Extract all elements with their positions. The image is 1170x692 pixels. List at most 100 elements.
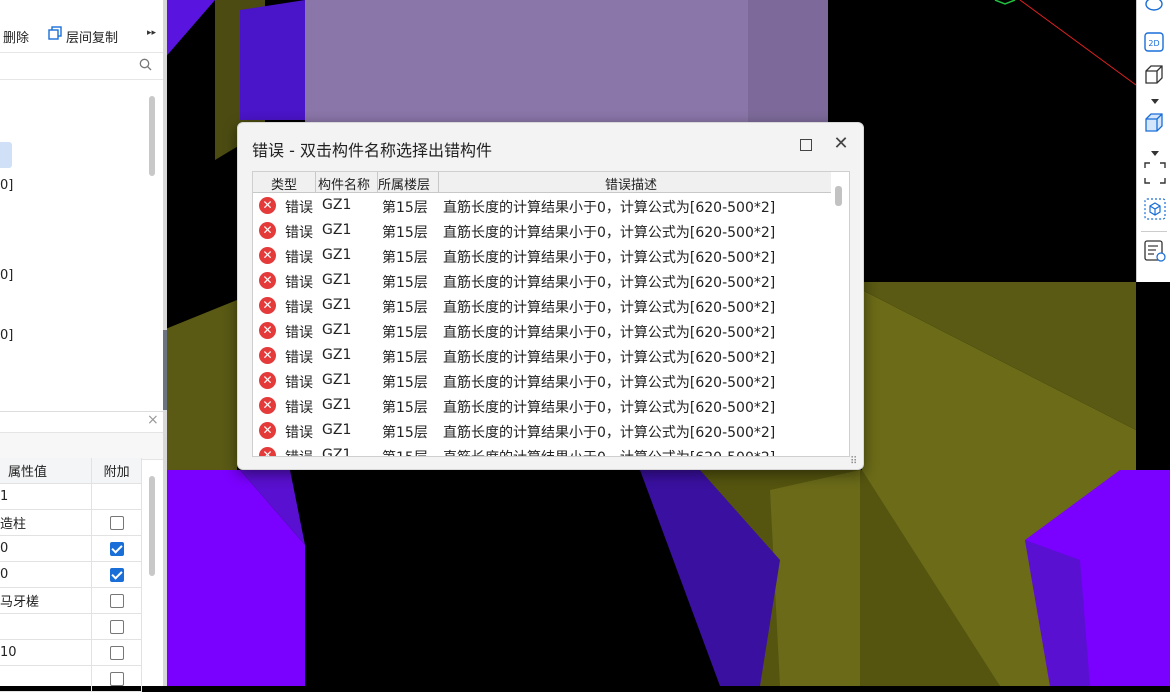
table-row[interactable]: ✕ 错误 GZ1 第15层 直筋长度的计算结果小于0，计算公式为[620-500… <box>253 293 833 318</box>
error-circle-icon: ✕ <box>259 222 276 239</box>
row-type: 错误 <box>285 447 313 456</box>
error-circle-icon: ✕ <box>259 347 276 364</box>
table-row[interactable]: ✕ 错误 GZ1 第15层 直筋长度的计算结果小于0，计算公式为[620-500… <box>253 268 833 293</box>
table-row[interactable]: ✕ 错误 GZ1 第15层 直筋长度的计算结果小于0，计算公式为[620-500… <box>253 443 833 456</box>
splitter-handle[interactable] <box>163 330 167 410</box>
cube-select-icon[interactable] <box>1144 198 1166 220</box>
table-row[interactable]: 马牙槎 <box>0 587 142 614</box>
table-row[interactable]: ✕ 错误 GZ1 第15层 直筋长度的计算结果小于0，计算公式为[620-500… <box>253 368 833 393</box>
table-scrollbar[interactable] <box>835 186 842 206</box>
prop-value[interactable]: 马牙槎 <box>0 587 93 614</box>
row-description: 直筋长度的计算结果小于0，计算公式为[620-500*2] <box>443 200 776 216</box>
error-table: 类型 构件名称 所属楼层 错误描述 ✕ 错误 GZ1 第15层 直筋长度的计算结… <box>252 171 850 457</box>
column-divider[interactable] <box>315 172 316 192</box>
col-header-extra: 附加 <box>91 458 142 484</box>
chevron-down-icon[interactable] <box>1151 146 1159 156</box>
table-row[interactable]: ✕ 错误 GZ1 第15层 直筋长度的计算结果小于0，计算公式为[620-500… <box>253 418 833 443</box>
table-row[interactable]: 1 <box>0 483 142 510</box>
row-description: 直筋长度的计算结果小于0，计算公式为[620-500*2] <box>443 225 776 241</box>
search-bar[interactable] <box>0 52 163 80</box>
extra-checkbox[interactable] <box>109 593 124 608</box>
properties-close-icon[interactable]: × <box>147 412 159 428</box>
maximize-button[interactable] <box>800 139 812 151</box>
row-component-name[interactable]: GZ1 <box>322 247 351 263</box>
prop-value[interactable]: 0 <box>0 561 93 588</box>
prop-value[interactable] <box>0 613 93 640</box>
col-header-type[interactable]: 类型 <box>271 174 297 193</box>
table-row[interactable]: ✕ 错误 GZ1 第15层 直筋长度的计算结果小于0，计算公式为[620-500… <box>253 218 833 243</box>
copy-floor-button[interactable]: 层间复制 <box>66 27 118 46</box>
row-component-name[interactable]: GZ1 <box>322 272 351 288</box>
table-row[interactable]: ✕ 错误 GZ1 第15层 直筋长度的计算结果小于0，计算公式为[620-500… <box>253 343 833 368</box>
row-description: 直筋长度的计算结果小于0，计算公式为[620-500*2] <box>443 275 776 291</box>
prop-value[interactable]: 10 <box>0 639 93 666</box>
prop-value[interactable]: 1 <box>0 483 93 510</box>
row-component-name[interactable]: GZ1 <box>322 397 351 413</box>
row-component-name[interactable]: GZ1 <box>322 422 351 438</box>
table-row[interactable]: ✕ 错误 GZ1 第15层 直筋长度的计算结果小于0，计算公式为[620-500… <box>253 318 833 343</box>
extra-checkbox[interactable] <box>109 645 124 660</box>
more-icon[interactable]: ▸▸ <box>147 28 156 38</box>
properties-view-icon[interactable] <box>1144 240 1166 262</box>
component-tree[interactable]: 0] 0] 0] <box>0 80 163 410</box>
orbit-icon[interactable] <box>1144 0 1164 14</box>
row-floor: 第15层 <box>382 300 428 316</box>
extra-checkbox[interactable] <box>109 567 124 582</box>
table-row[interactable]: ✕ 错误 GZ1 第15层 直筋长度的计算结果小于0，计算公式为[620-500… <box>253 243 833 268</box>
table-row[interactable]: 10 <box>0 639 142 666</box>
row-floor: 第15层 <box>382 225 428 241</box>
row-component-name[interactable]: GZ1 <box>322 322 351 338</box>
error-rows[interactable]: ✕ 错误 GZ1 第15层 直筋长度的计算结果小于0，计算公式为[620-500… <box>253 193 833 456</box>
row-type: 错误 <box>285 325 313 341</box>
fullscreen-icon[interactable] <box>1144 162 1166 184</box>
row-type: 错误 <box>285 425 313 441</box>
table-row[interactable]: 0 <box>0 535 142 562</box>
row-component-name[interactable]: GZ1 <box>322 222 351 238</box>
column-divider[interactable] <box>438 172 439 192</box>
table-row[interactable]: ✕ 错误 GZ1 第15层 直筋长度的计算结果小于0，计算公式为[620-500… <box>253 193 833 218</box>
row-floor: 第15层 <box>382 447 428 456</box>
tree-item[interactable]: 0] <box>0 268 13 283</box>
extra-checkbox[interactable] <box>109 671 124 686</box>
left-panel: 删除 层间复制 ▸▸ 0] 0] 0] × 属性值 附加 1 造柱 0 0 马牙… <box>0 0 163 692</box>
chevron-down-icon[interactable] <box>1151 94 1159 104</box>
row-component-name[interactable]: GZ1 <box>322 372 351 388</box>
search-icon[interactable] <box>139 58 152 75</box>
tree-item[interactable]: 0] <box>0 178 13 193</box>
row-component-name[interactable]: GZ1 <box>322 197 351 213</box>
prop-value[interactable]: 造柱 <box>0 509 93 536</box>
prop-value[interactable] <box>0 665 93 692</box>
col-header-desc[interactable]: 错误描述 <box>605 174 657 193</box>
tree-selected-highlight[interactable] <box>0 142 12 168</box>
close-button[interactable]: ✕ <box>832 135 850 153</box>
extra-checkbox[interactable] <box>109 619 124 634</box>
prop-value[interactable]: 0 <box>0 535 93 562</box>
resize-grip[interactable]: ⠿ <box>850 457 860 467</box>
col-header-name[interactable]: 构件名称 <box>318 174 370 193</box>
error-circle-icon: ✕ <box>259 422 276 439</box>
tree-scrollbar[interactable] <box>149 96 155 176</box>
table-row[interactable]: 0 <box>0 561 142 588</box>
box-view-icon[interactable] <box>1144 64 1164 84</box>
view-2d-icon[interactable]: 2D <box>1144 32 1164 52</box>
delete-button[interactable]: 删除 <box>3 27 29 46</box>
tree-item[interactable]: 0] <box>0 328 13 343</box>
table-row[interactable]: 造柱 <box>0 509 142 536</box>
col-header-floor[interactable]: 所属楼层 <box>378 174 430 193</box>
prop-extra <box>91 509 142 536</box>
table-row[interactable] <box>0 665 142 692</box>
extra-checkbox[interactable] <box>109 541 124 556</box>
row-description: 直筋长度的计算结果小于0，计算公式为[620-500*2] <box>443 447 775 456</box>
table-row[interactable]: ✕ 错误 GZ1 第15层 直筋长度的计算结果小于0，计算公式为[620-500… <box>253 393 833 418</box>
table-row[interactable] <box>0 613 142 640</box>
error-circle-icon: ✕ <box>259 372 276 389</box>
row-component-name[interactable]: GZ1 <box>322 297 351 313</box>
properties-header: × <box>0 412 163 432</box>
box-solid-icon[interactable] <box>1144 112 1164 132</box>
error-circle-icon: ✕ <box>259 397 276 414</box>
row-component-name[interactable]: GZ1 <box>322 447 351 456</box>
row-component-name[interactable]: GZ1 <box>322 347 351 363</box>
copy-floor-icon <box>48 26 62 40</box>
properties-scrollbar[interactable] <box>149 476 155 576</box>
extra-checkbox[interactable] <box>109 515 124 530</box>
